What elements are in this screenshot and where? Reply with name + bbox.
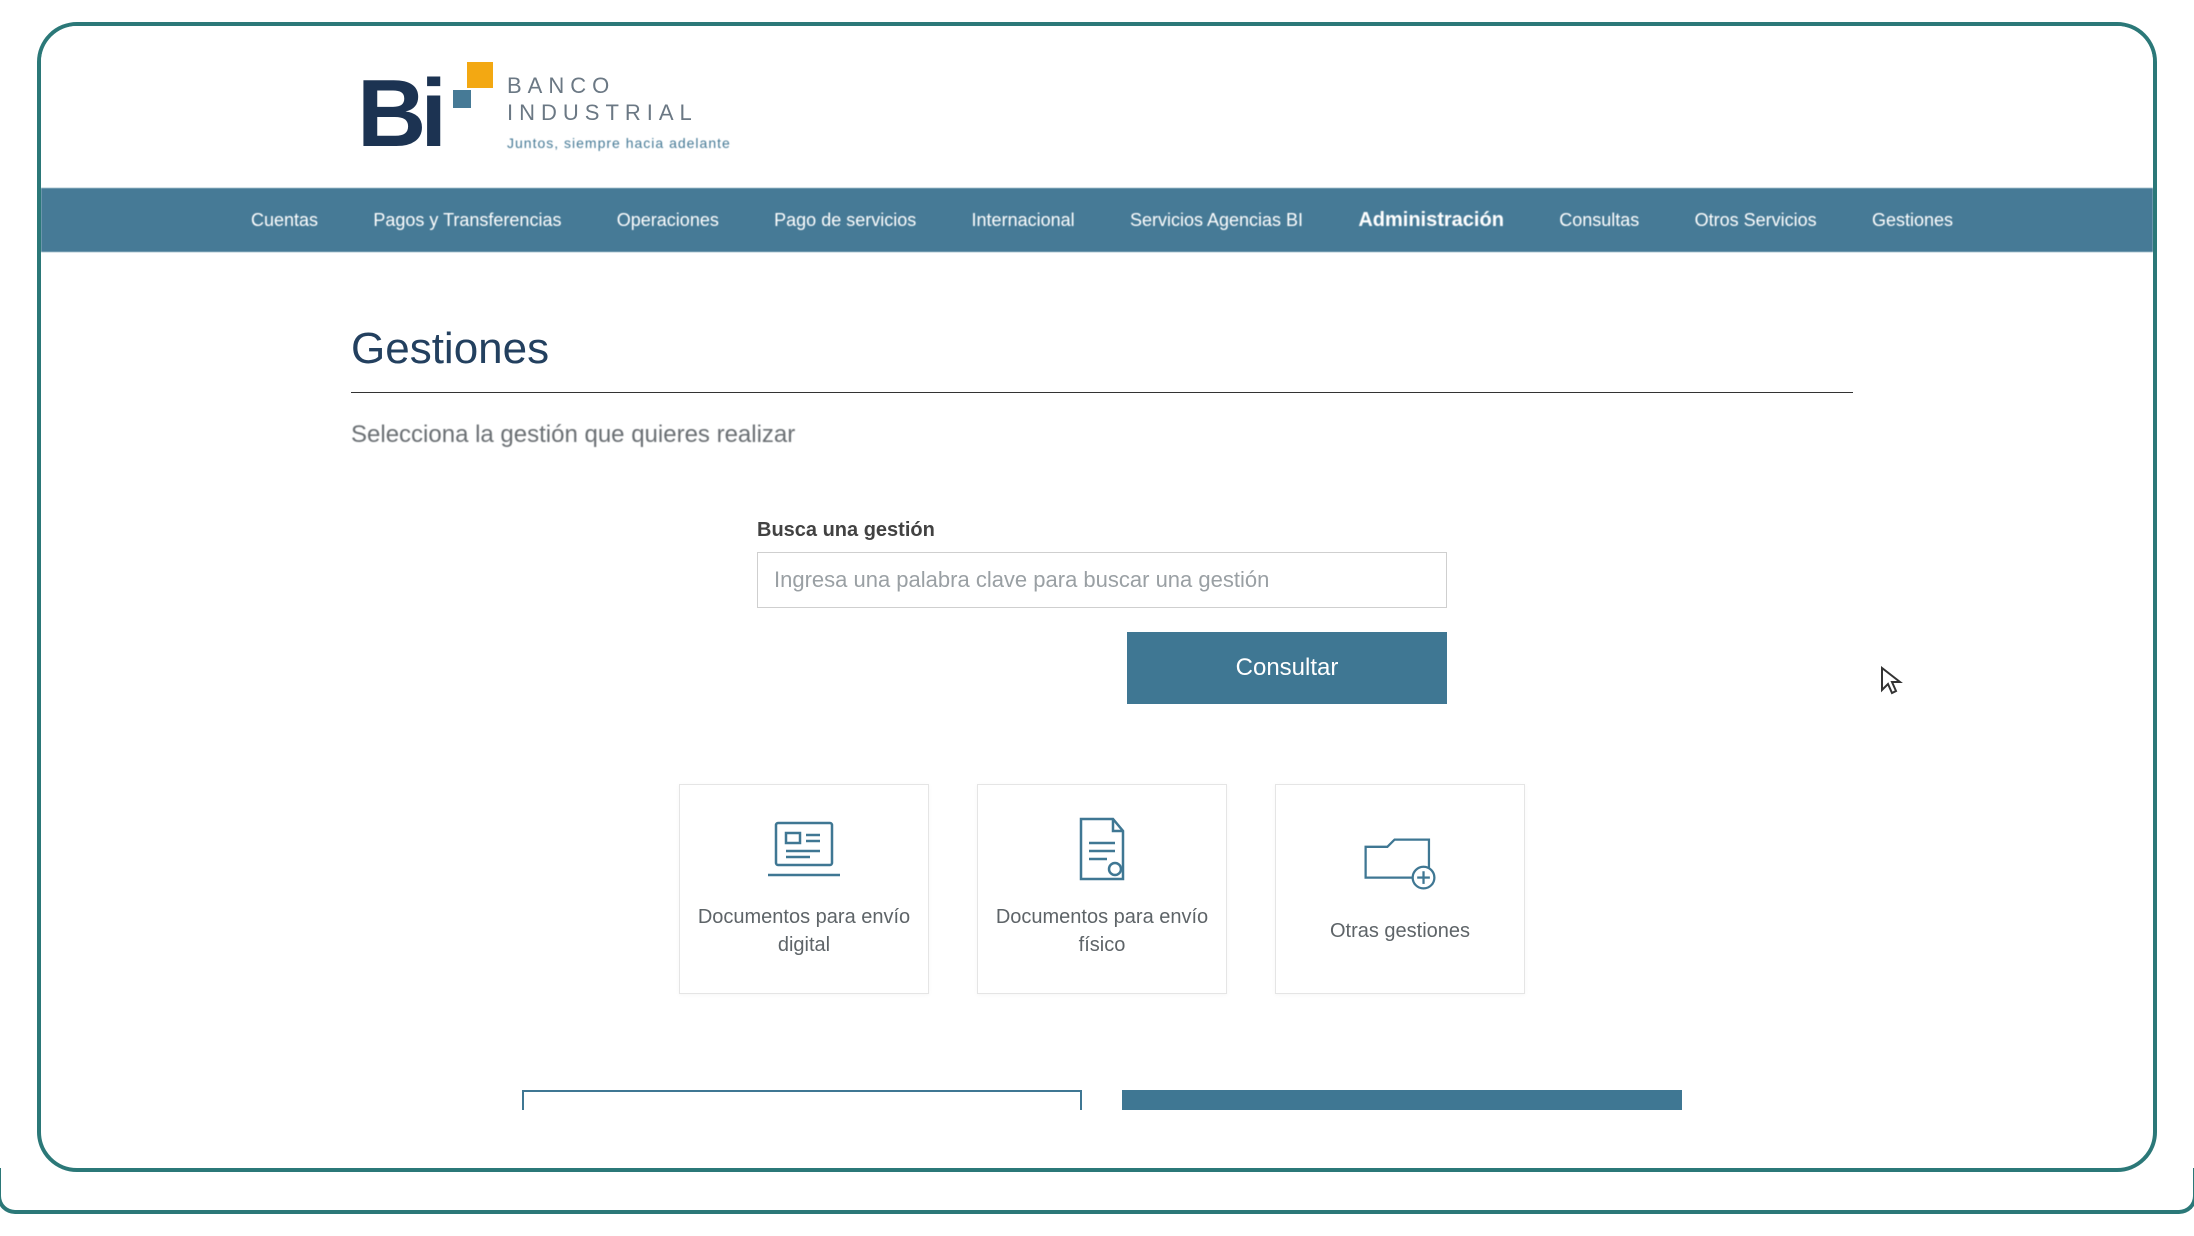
nav-item-administracion[interactable]: Administración xyxy=(1358,209,1504,232)
brand-mark-letters: Bi xyxy=(357,66,441,162)
laptop-base xyxy=(0,1168,2194,1214)
folder-plus-icon xyxy=(1362,833,1438,895)
bottom-buttons-row xyxy=(351,1090,1853,1110)
brand-accent-icon xyxy=(467,62,493,88)
brand-name-line1: BANCO xyxy=(507,72,731,100)
laptop-doc-icon xyxy=(766,819,842,881)
card-documentos-fisico[interactable]: Documentos para envío físico xyxy=(977,784,1227,994)
laptop-screen: Bi BANCO INDUSTRIAL Juntos, siempre haci… xyxy=(37,22,2157,1172)
brand-mark: Bi xyxy=(357,60,485,162)
header: Bi BANCO INDUSTRIAL Juntos, siempre haci… xyxy=(41,26,2153,188)
nav-item-operaciones[interactable]: Operaciones xyxy=(617,210,719,231)
search-block: Busca una gestión Consultar xyxy=(757,519,1447,704)
card-documentos-digital[interactable]: Documentos para envío digital xyxy=(679,784,929,994)
file-doc-icon xyxy=(1064,819,1140,881)
brand-dot-icon xyxy=(453,90,471,108)
brand-tagline: Juntos, siempre hacia adelante xyxy=(507,135,731,151)
nav-item-internacional[interactable]: Internacional xyxy=(972,210,1075,231)
secondary-button-partial[interactable] xyxy=(522,1090,1082,1110)
primary-button-partial[interactable] xyxy=(1122,1090,1682,1110)
page-title: Gestiones xyxy=(351,324,1853,393)
nav-item-servicios-agencias[interactable]: Servicios Agencias BI xyxy=(1130,210,1303,231)
card-label: Documentos para envío físico xyxy=(978,903,1226,959)
consultar-button[interactable]: Consultar xyxy=(1127,632,1447,704)
nav-item-gestiones[interactable]: Gestiones xyxy=(1872,210,1953,231)
laptop-mockup-frame: Bi BANCO INDUSTRIAL Juntos, siempre haci… xyxy=(37,22,2157,1214)
nav-item-consultas[interactable]: Consultas xyxy=(1559,210,1639,231)
main-nav: Cuentas Pagos y Transferencias Operacion… xyxy=(41,188,2153,252)
nav-item-otros-servicios[interactable]: Otros Servicios xyxy=(1695,210,1817,231)
nav-item-cuentas[interactable]: Cuentas xyxy=(251,210,318,231)
content-area: Gestiones Selecciona la gestión que quie… xyxy=(41,252,2153,1110)
brand-logo[interactable]: Bi BANCO INDUSTRIAL Juntos, siempre haci… xyxy=(357,60,2153,162)
search-label: Busca una gestión xyxy=(757,519,1447,542)
cards-row: Documentos para envío digital Doc xyxy=(351,784,1853,994)
nav-item-pago-servicios[interactable]: Pago de servicios xyxy=(774,210,916,231)
brand-text: BANCO INDUSTRIAL Juntos, siempre hacia a… xyxy=(507,72,731,151)
page-subtitle: Selecciona la gestión que quieres realiz… xyxy=(351,421,1853,449)
card-label: Otras gestiones xyxy=(1318,917,1482,945)
card-otras-gestiones[interactable]: Otras gestiones xyxy=(1275,784,1525,994)
nav-item-pagos-transferencias[interactable]: Pagos y Transferencias xyxy=(373,210,561,231)
brand-name-line2: INDUSTRIAL xyxy=(507,99,731,127)
search-input[interactable] xyxy=(757,552,1447,608)
card-label: Documentos para envío digital xyxy=(680,903,928,959)
